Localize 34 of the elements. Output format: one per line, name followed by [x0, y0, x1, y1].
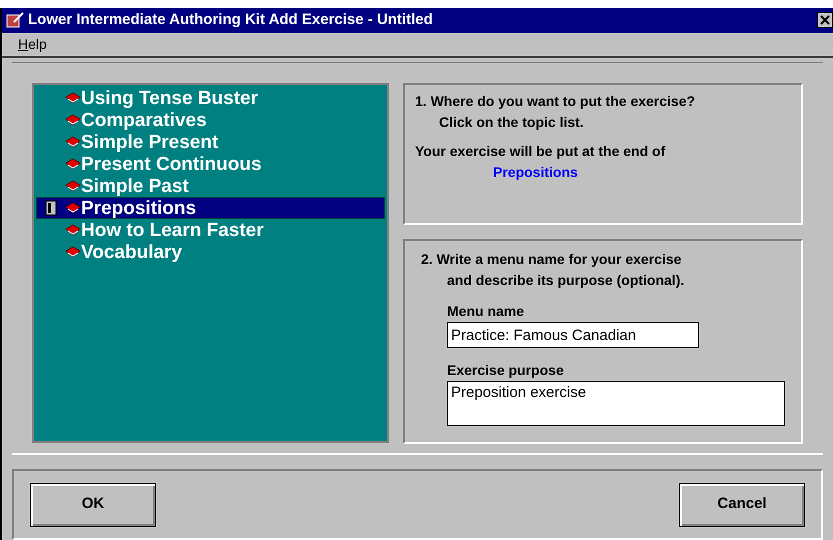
menu-item[interactable]: Help	[18, 34, 47, 55]
topic-item[interactable]: Simple Present	[36, 131, 385, 154]
close-button[interactable]	[817, 12, 833, 28]
topic-item[interactable]: Using Tense Buster	[36, 87, 385, 110]
dialog-button[interactable]: OK	[30, 482, 156, 527]
book-icon	[65, 246, 81, 258]
book-icon	[65, 92, 81, 104]
book-icon	[65, 202, 81, 214]
book-icon	[65, 224, 81, 236]
hint-text: Click on the topic list.	[438, 113, 585, 132]
door-icon	[45, 200, 57, 216]
instruction-text: 2. Write a menu name for your exercise	[421, 250, 682, 270]
topic-item[interactable]: Prepositions	[36, 197, 385, 220]
instruction-text: and describe its purpose (optional).	[446, 271, 686, 290]
topic-item[interactable]: Vocabulary	[36, 241, 385, 264]
destination-topic: Prepositions	[492, 163, 579, 182]
topic-item[interactable]: How to Learn Faster	[36, 219, 385, 242]
window-title: Lower Intermediate Authoring Kit Add Exercise - Untitled	[28, 10, 433, 30]
app-icon	[6, 12, 24, 28]
question-text: 1. Where do you want to put the exercise?	[415, 92, 696, 112]
purpose-field[interactable]: Preposition exercise	[447, 381, 785, 426]
field-label: Exercise purpose	[446, 361, 565, 380]
book-icon	[65, 180, 81, 192]
menu-name-field[interactable]: Practice: Famous Canadian	[447, 322, 699, 348]
destination-label: Your exercise will be put at the end of	[415, 142, 666, 162]
close-icon	[820, 15, 830, 26]
book-icon	[65, 114, 81, 126]
book-icon	[65, 158, 81, 170]
topic-item[interactable]: Comparatives	[36, 109, 385, 132]
field-label: Menu name	[446, 302, 526, 322]
book-icon	[65, 136, 81, 148]
dialog-button[interactable]: Cancel	[679, 482, 805, 527]
topic-item[interactable]: Simple Past	[36, 175, 385, 198]
topic-item[interactable]: Present Continuous	[36, 153, 385, 176]
